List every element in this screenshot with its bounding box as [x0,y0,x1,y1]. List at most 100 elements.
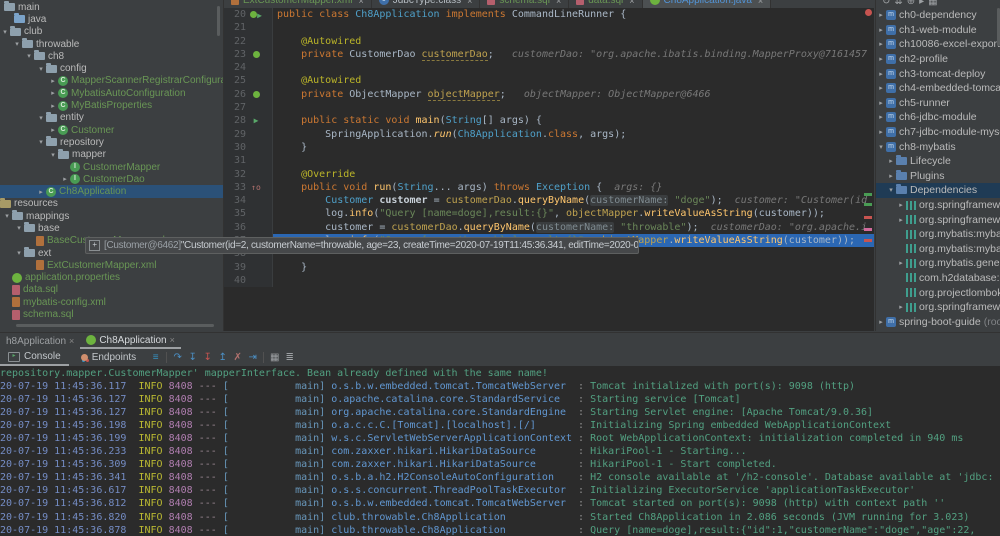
gutter-icon-col[interactable] [248,141,264,154]
maven-item-org.springframework.b[interactable]: ▸org.springframework.b [876,300,1000,315]
project-tree-item-main[interactable]: main [0,1,223,13]
gutter-icon-col[interactable] [248,101,264,114]
fold-column[interactable] [264,74,273,87]
run-main-icon[interactable]: ▶ [254,116,259,125]
maven-item-ch2-profile[interactable]: ▸mch2-profile [876,52,1000,67]
editor-line-24[interactable]: 24 [224,61,874,74]
step-over-icon[interactable]: ↧ [185,352,200,363]
project-tree-item-schema.sql[interactable]: schema.sql [0,308,223,320]
tree-expanded-arrow-icon[interactable]: ▾ [886,186,896,194]
tree-collapsed-arrow-icon[interactable]: ▸ [876,11,886,19]
editor-line-31[interactable]: 31 [224,154,874,167]
close-tab-icon[interactable]: × [69,336,74,346]
fold-column[interactable] [264,274,273,287]
project-tree-item-application.properties[interactable]: application.properties [0,272,223,284]
gutter-icon-col[interactable] [248,128,264,141]
tree-collapsed-arrow-icon[interactable]: ▸ [876,26,886,34]
editor-line-39[interactable]: 39 } [224,261,874,274]
editor-line-22[interactable]: 22 @Autowired [224,35,874,48]
tree-collapsed-arrow-icon[interactable]: ▸ [876,40,886,48]
close-tab-icon[interactable]: × [758,0,763,6]
debug-tab-h8Application[interactable]: h8Application× [0,333,80,349]
tree-collapsed-arrow-icon[interactable]: ▸ [48,77,58,85]
editor-line-34[interactable]: 34 Customer customer = customerDao.query… [224,194,874,207]
run-class-icon[interactable]: ▶ [257,11,262,20]
tree-expanded-arrow-icon[interactable]: ▾ [876,143,886,151]
tree-collapsed-arrow-icon[interactable]: ▸ [886,157,896,165]
tree-collapsed-arrow-icon[interactable]: ▸ [876,128,886,136]
tree-expanded-arrow-icon[interactable]: ▾ [14,249,24,257]
project-tree-item-Customer[interactable]: ▸CCustomer [0,124,223,136]
maven-item-ch10086-excel-export[interactable]: ▸mch10086-excel-export [876,37,1000,52]
spring-bean-icon[interactable] [253,51,260,58]
tree-collapsed-arrow-icon[interactable]: ▸ [896,259,906,267]
editor-line-20[interactable]: 20▶public class Ch8Application implement… [224,8,874,21]
tree-collapsed-arrow-icon[interactable]: ▸ [876,99,886,107]
editor-line-28[interactable]: 28▶ public static void main(String[] arg… [224,114,874,127]
fold-column[interactable] [264,168,273,181]
tree-collapsed-arrow-icon[interactable]: ▸ [48,89,58,97]
tree-collapsed-arrow-icon[interactable]: ▸ [896,201,906,209]
settings-menu-icon[interactable]: ≡ [148,352,163,363]
gutter-icon-col[interactable] [248,194,264,207]
fold-column[interactable] [264,48,273,61]
fold-column[interactable] [264,101,273,114]
close-tab-icon[interactable]: × [556,0,561,6]
view-as-table-icon[interactable]: ▦ [267,352,282,363]
editor-line-27[interactable]: 27 [224,101,874,114]
fold-column[interactable] [264,61,273,74]
debug-tab-Ch8Application[interactable]: Ch8Application× [80,333,181,349]
project-vertical-scrollbar[interactable] [217,6,220,36]
tree-expanded-arrow-icon[interactable]: ▾ [2,212,12,220]
editor-line-40[interactable]: 40 [224,274,874,287]
editor-line-36[interactable]: 36 customer = customerDao.queryByName(cu… [224,221,874,234]
project-tree-item-ch8[interactable]: ▾ch8 [0,50,223,62]
maven-item-ch3-tomcat-deploy[interactable]: ▸mch3-tomcat-deploy [876,66,1000,81]
run-to-cursor-icon[interactable]: ⇥ [245,352,260,363]
maven-toolbar[interactable]: ↻⇊⊕▸▦ [876,0,1000,8]
gutter-icon-col[interactable] [248,168,264,181]
tree-collapsed-arrow-icon[interactable]: ▸ [886,172,896,180]
project-tree-item-repository[interactable]: ▾repository [0,136,223,148]
editor[interactable]: ExtCustomerMapper.xml×cJdbcType.class×sc… [224,0,874,331]
maven-item-org.springframework.b[interactable]: ▸org.springframework.b [876,212,1000,227]
tree-expanded-arrow-icon[interactable]: ▾ [36,138,46,146]
project-tree-item-mybatis-config.xml[interactable]: mybatis-config.xml [0,296,223,308]
show-execution-point-icon[interactable]: ↷ [170,352,185,363]
maven-item-ch6-jdbc-module[interactable]: ▸mch6-jdbc-module [876,110,1000,125]
editor-line-30[interactable]: 30 } [224,141,874,154]
project-horizontal-scrollbar[interactable] [16,324,214,327]
fold-column[interactable] [264,194,273,207]
gutter-icon-col[interactable] [248,154,264,167]
fold-column[interactable] [264,8,273,21]
gutter-icon-col[interactable] [248,207,264,220]
maven-item-ch1-web-module[interactable]: ▸mch1-web-module [876,23,1000,38]
fold-column[interactable] [264,114,273,127]
editor-line-33[interactable]: 33↑o public void run(String... args) thr… [224,181,874,194]
fold-column[interactable] [264,88,273,101]
gutter-icon-col[interactable] [248,21,264,34]
spring-bean-icon[interactable] [253,91,260,98]
maven-item-spring-boot-guide[interactable]: ▸mspring-boot-guide(root) [876,314,1000,329]
fold-column[interactable] [264,141,273,154]
maven-item-ch4-embedded-tomcat-deplo[interactable]: ▸mch4-embedded-tomcat-deplo [876,81,1000,96]
fold-column[interactable] [264,261,273,274]
tree-collapsed-arrow-icon[interactable]: ▸ [876,113,886,121]
project-tree-item-entity[interactable]: ▾entity [0,112,223,124]
tree-collapsed-arrow-icon[interactable]: ▸ [60,175,70,183]
maven-item-ch8-mybatis[interactable]: ▾mch8-mybatis [876,139,1000,154]
maven-item-org.mybatis:mybatis:3.5[interactable]: org.mybatis:mybatis:3.5 [876,227,1000,242]
gutter-icon-col[interactable]: ▶ [248,8,264,21]
console-tab[interactable]: ▸ Console [0,349,69,366]
tree-collapsed-arrow-icon[interactable]: ▸ [48,126,58,134]
gutter-icon-col[interactable] [248,261,264,274]
tree-collapsed-arrow-icon[interactable]: ▸ [896,216,906,224]
editor-tab-Ch8Application.java[interactable]: Ch8Application.java× [643,0,772,8]
gutter-icon-col[interactable] [248,88,264,101]
project-tree-item-club[interactable]: ▾club [0,26,223,38]
maven-item-ch5-runner[interactable]: ▸mch5-runner [876,96,1000,111]
project-tree-item-java[interactable]: java [0,13,223,25]
close-tab-icon[interactable]: × [170,335,175,345]
project-tree-item-MyBatisProperties[interactable]: ▸CMyBatisProperties [0,99,223,111]
tree-collapsed-arrow-icon[interactable]: ▸ [36,188,46,196]
